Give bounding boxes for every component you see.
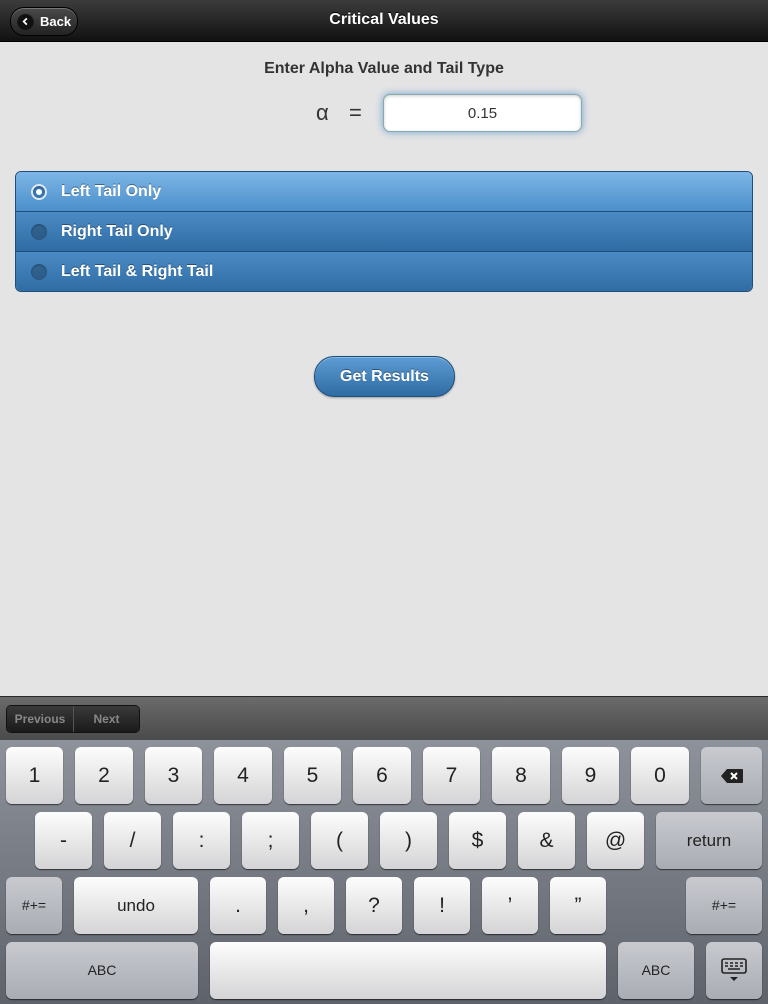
key-semicolon[interactable]: ; — [242, 812, 299, 869]
page-title: Critical Values — [329, 11, 439, 28]
tail-type-radio-group: Left Tail Only Right Tail Only Left Tail… — [15, 171, 753, 292]
abc-key-left[interactable]: ABC — [6, 942, 198, 999]
key-dollar[interactable]: $ — [449, 812, 506, 869]
key-period[interactable]: . — [210, 877, 266, 934]
alpha-input[interactable] — [383, 94, 582, 132]
get-results-button[interactable]: Get Results — [314, 356, 455, 397]
abc-key-right[interactable]: ABC — [618, 942, 694, 999]
key-at[interactable]: @ — [587, 812, 644, 869]
radio-selected-icon — [31, 183, 47, 200]
onscreen-keyboard: 1 2 3 4 5 6 7 8 9 0 - / : ; ( ) $ & @ re… — [0, 740, 768, 1004]
symbols-key-right[interactable]: #+= — [686, 877, 762, 934]
undo-key[interactable]: undo — [74, 877, 198, 934]
key-dash[interactable]: - — [35, 812, 92, 869]
key-close-paren[interactable]: ) — [380, 812, 437, 869]
alpha-prompt: Enter Alpha Value and Tail Type — [264, 60, 504, 77]
previous-button[interactable]: Previous — [7, 706, 73, 732]
radio-label: Left Tail & Right Tail — [61, 263, 214, 280]
return-key[interactable]: return — [656, 812, 762, 869]
key-comma[interactable]: , — [278, 877, 334, 934]
radio-left-tail-only[interactable]: Left Tail Only — [16, 172, 752, 212]
key-0[interactable]: 0 — [631, 747, 689, 804]
radio-label: Right Tail Only — [61, 222, 173, 240]
key-colon[interactable]: : — [173, 812, 230, 869]
key-9[interactable]: 9 — [562, 747, 619, 804]
key-apostrophe[interactable]: ’ — [482, 877, 538, 934]
radio-right-tail-only[interactable]: Right Tail Only — [16, 212, 752, 252]
key-2[interactable]: 2 — [75, 747, 133, 804]
backspace-icon — [720, 769, 743, 784]
radio-unselected-icon — [31, 223, 47, 240]
key-open-paren[interactable]: ( — [311, 812, 368, 869]
keyboard-accessory-bar: Previous Next — [0, 696, 768, 740]
radio-left-and-right-tail[interactable]: Left Tail & Right Tail — [16, 252, 752, 291]
symbols-key-left[interactable]: #+= — [6, 877, 62, 934]
space-key[interactable] — [210, 942, 606, 999]
alpha-symbol: α — [316, 100, 329, 125]
prev-next-control: Previous Next — [6, 705, 140, 733]
key-exclamation[interactable]: ! — [414, 877, 470, 934]
key-3[interactable]: 3 — [145, 747, 202, 804]
key-slash[interactable]: / — [104, 812, 161, 869]
key-6[interactable]: 6 — [353, 747, 411, 804]
key-5[interactable]: 5 — [284, 747, 341, 804]
key-1[interactable]: 1 — [6, 747, 63, 804]
key-question[interactable]: ? — [346, 877, 402, 934]
backspace-key[interactable] — [701, 747, 762, 804]
nav-bar: Back Critical Values — [0, 0, 768, 42]
key-ampersand[interactable]: & — [518, 812, 575, 869]
key-7[interactable]: 7 — [423, 747, 480, 804]
next-button[interactable]: Next — [73, 706, 139, 732]
radio-unselected-icon — [31, 264, 47, 280]
key-8[interactable]: 8 — [492, 747, 550, 804]
radio-label: Left Tail Only — [61, 182, 162, 200]
dismiss-keyboard-key[interactable] — [706, 942, 762, 999]
equals-symbol: = — [349, 100, 362, 125]
key-4[interactable]: 4 — [214, 747, 272, 804]
key-quote[interactable]: ” — [550, 877, 606, 934]
keyboard-dismiss-icon — [721, 958, 747, 982]
